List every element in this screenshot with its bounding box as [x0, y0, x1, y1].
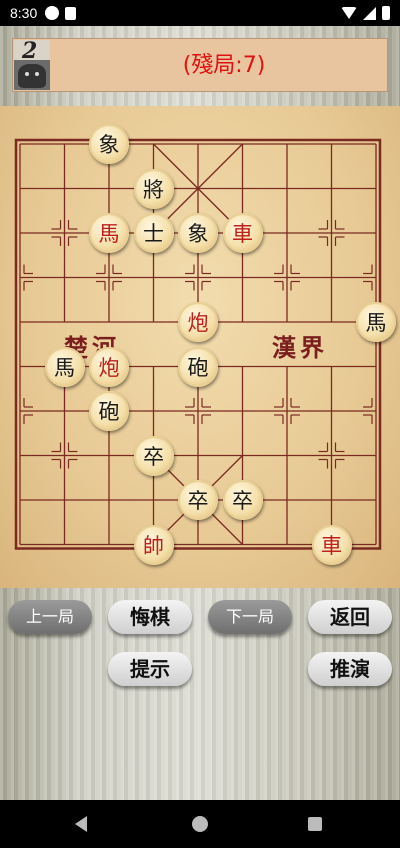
- puzzle-title: (殘局:7): [182, 53, 266, 78]
- piece-red[interactable]: 車: [311, 524, 352, 565]
- back-button[interactable]: 返回: [308, 600, 392, 634]
- back-nav-icon[interactable]: [75, 816, 87, 832]
- piece-red[interactable]: 炮: [178, 302, 218, 342]
- status-bar: 8:30: [0, 0, 400, 26]
- piece-red[interactable]: 車: [222, 213, 263, 253]
- battery-icon: [382, 6, 390, 20]
- recents-nav-icon[interactable]: [308, 817, 322, 831]
- piece-black[interactable]: 馬: [44, 346, 85, 387]
- next-game-button[interactable]: 下一局: [208, 600, 292, 634]
- sd-card-icon: [65, 6, 77, 20]
- piece-black[interactable]: 士: [133, 213, 174, 253]
- chess-board[interactable]: 楚河 漢界 象將馬士象車炮馬馬炮砲砲卒卒卒帥車: [0, 106, 400, 588]
- prev-game-button[interactable]: 上一局: [8, 600, 92, 634]
- home-nav-icon[interactable]: [192, 816, 208, 832]
- piece-black[interactable]: 卒: [222, 480, 263, 520]
- piece-black[interactable]: 砲: [178, 346, 218, 387]
- piece-black[interactable]: 馬: [356, 302, 396, 342]
- notification-icon: [45, 6, 60, 20]
- piece-black[interactable]: 象: [89, 124, 129, 164]
- piece-black[interactable]: 將: [133, 168, 174, 209]
- river-right-text: 漢界: [272, 333, 328, 362]
- wifi-icon: [341, 7, 357, 19]
- status-time: 8:30: [10, 5, 38, 21]
- piece-red[interactable]: 馬: [89, 213, 129, 253]
- piece-black[interactable]: 卒: [178, 480, 218, 520]
- undo-button[interactable]: 悔棋: [108, 600, 192, 634]
- piece-black[interactable]: 砲: [89, 391, 129, 431]
- cat-icon: [18, 64, 46, 88]
- signal-icon: [363, 6, 376, 20]
- piece-red[interactable]: 帥: [133, 524, 174, 565]
- navigation-bar: [0, 800, 400, 848]
- level-number: 2: [22, 38, 38, 64]
- deduce-button[interactable]: 推演: [308, 652, 392, 686]
- level-badge: 2: [14, 38, 50, 90]
- piece-black[interactable]: 象: [178, 213, 218, 253]
- hint-button[interactable]: 提示: [108, 652, 192, 686]
- piece-red[interactable]: 炮: [89, 346, 129, 387]
- piece-black[interactable]: 卒: [133, 435, 174, 476]
